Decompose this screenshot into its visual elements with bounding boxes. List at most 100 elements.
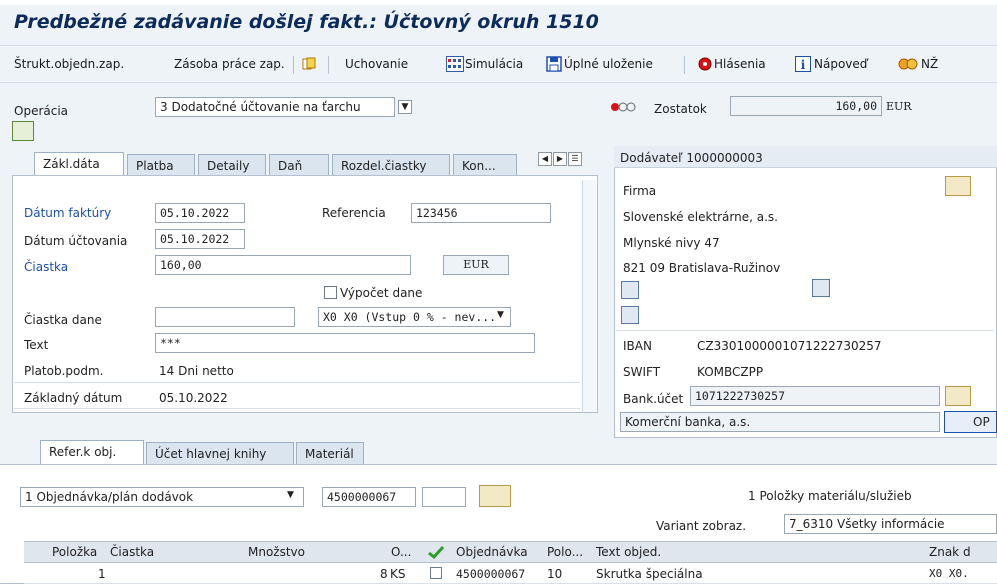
vendor-doc-icon[interactable] — [621, 306, 639, 324]
po-apply-button[interactable] — [479, 485, 511, 507]
row-tax-code: X0 X0. — [929, 567, 969, 580]
tab-payment[interactable]: Platba — [127, 154, 195, 176]
traffic-light-icon — [611, 102, 636, 112]
row-unit: KS — [390, 567, 406, 581]
col-amount[interactable]: Čiastka — [110, 545, 154, 559]
col-unit[interactable]: O... — [391, 545, 411, 559]
vendor-city: 821 09 Bratislava-Ružinov — [623, 261, 781, 275]
text-field[interactable]: *** — [155, 333, 535, 353]
col-item[interactable]: Položka — [52, 545, 97, 559]
row-po-text: Skrutka špeciálna — [596, 567, 703, 581]
po-item-field[interactable] — [422, 487, 466, 507]
worklist-button[interactable]: Zásoba práce zap. — [174, 57, 285, 71]
bank-account-label: Bank.účet — [623, 392, 684, 406]
tax-code-select[interactable]: X0 X0 (Vstup 0 % - nev... — [318, 307, 511, 327]
variant-select[interactable]: 7_6310 Všetky informácie — [784, 514, 997, 534]
tab-scroll-right-icon[interactable]: ▶ — [553, 152, 567, 166]
tab-tax[interactable]: Daň — [269, 154, 329, 176]
doc-type-dropdown-icon[interactable]: ▼ — [287, 490, 294, 500]
save-icon — [546, 56, 562, 72]
tab-basic-data[interactable]: Zákl.dáta — [34, 152, 124, 176]
payment-terms-value: 14 Dni netto — [159, 364, 234, 378]
bank-account-button[interactable] — [945, 386, 971, 406]
messages-button[interactable]: Hlásenia — [714, 57, 766, 71]
posting-date-label: Dátum účtovania — [24, 234, 128, 248]
save-button[interactable]: Úplné uloženie — [564, 57, 653, 71]
messages-icon — [698, 57, 712, 71]
variant-label: Variant zobraz. — [656, 519, 747, 533]
operation-dropdown-icon[interactable]: ▼ — [398, 100, 412, 114]
tab-details[interactable]: Detaily — [198, 154, 266, 176]
reference-label: Referencia — [322, 206, 386, 220]
row-position: 10 — [547, 567, 563, 581]
vendor-header: Dodávateľ 1000000003 — [620, 151, 763, 165]
hold-button[interactable]: Uchovanie — [345, 57, 408, 71]
bank-account-field: 1071222730257 — [690, 386, 940, 406]
row-qty: 8 — [380, 567, 388, 581]
col-po-text[interactable]: Text objed. — [596, 545, 661, 559]
items-type-select[interactable]: 1 Položky materiálu/služieb — [744, 487, 997, 507]
col-position[interactable]: Polo... — [547, 545, 583, 559]
vendor-list-icon[interactable] — [621, 281, 639, 299]
tab-po-reference[interactable]: Refer.k obj. — [40, 440, 144, 464]
posting-date-field[interactable]: 05.10.2022 — [155, 229, 245, 249]
svg-text:i: i — [801, 58, 806, 72]
invoice-date-field[interactable]: 05.10.2022 — [155, 203, 245, 223]
balance-value: 160,00 — [730, 96, 882, 116]
tax-amount-label: Čiastka dane — [24, 313, 102, 327]
approve-column-icon[interactable] — [428, 545, 444, 559]
po-number-field[interactable]: 4500000067 — [322, 487, 416, 507]
nz-button[interactable]: NŽ — [921, 57, 938, 71]
tax-code-dropdown-icon[interactable]: ▼ — [497, 310, 504, 320]
baseline-date-value: 05.10.2022 — [159, 391, 228, 405]
tax-amount-field[interactable] — [155, 307, 295, 327]
calc-tax-label: Výpočet dane — [340, 286, 423, 300]
struct-po-button[interactable]: Štrukt.objedn.zap. — [14, 57, 124, 71]
row-divider — [14, 382, 580, 383]
bank-name-field: Komerční banka, a.s. — [620, 412, 940, 432]
nz-icon — [898, 58, 918, 70]
doc-type-select[interactable]: 1 Objednávka/plán dodávok — [20, 487, 304, 507]
tab-material[interactable]: Materiál — [296, 442, 364, 464]
payment-terms-label: Platob.podm. — [24, 364, 104, 378]
toolbar-separator — [684, 56, 685, 74]
vendor-street: Mlynské nivy 47 — [623, 236, 720, 250]
col-quantity[interactable]: Množstvo — [248, 545, 305, 559]
balance-currency: EUR — [886, 100, 912, 113]
calc-tax-checkbox[interactable] — [324, 286, 337, 299]
tab-list-icon[interactable]: ☰ — [568, 152, 582, 166]
reference-field[interactable]: 123456 — [411, 203, 551, 223]
vendor-open-icon[interactable] — [812, 279, 830, 297]
col-tax-code[interactable]: Znak d — [929, 545, 971, 559]
amount-field[interactable]: 160,00 — [155, 255, 411, 275]
operation-label: Operácia — [14, 104, 69, 118]
operation-select[interactable]: 3 Dodatočné účtovanie na ťarchu — [155, 97, 395, 117]
panel-scrollbar[interactable] — [582, 180, 596, 412]
row-item: 1 — [98, 567, 106, 581]
vendor-edit-icon[interactable] — [945, 176, 971, 196]
toolbar-separator — [328, 56, 329, 74]
simulate-button[interactable]: Simulácia — [465, 57, 523, 71]
op-button[interactable]: OP — [944, 411, 997, 433]
row-checkbox[interactable] — [430, 567, 442, 579]
swift-value: KOMBCZPP — [697, 365, 764, 379]
iban-value: CZ3301000001071222730257 — [697, 339, 882, 353]
toggle-panel-icon[interactable] — [12, 121, 34, 141]
baseline-date-label: Základný dátum — [24, 391, 123, 405]
row-divider — [14, 408, 580, 409]
col-po[interactable]: Objednávka — [456, 545, 528, 559]
help-button[interactable]: Nápoveď — [814, 57, 867, 71]
text-label: Text — [24, 338, 49, 352]
currency-field: EUR — [443, 255, 509, 275]
tab-amount-split[interactable]: Rozdel.čiastky — [332, 154, 450, 176]
tab-gl-account[interactable]: Účet hlavnej knihy — [146, 442, 294, 464]
vendor-name: Slovenské elektrárne, a.s. — [623, 210, 778, 224]
swift-label: SWIFT — [623, 365, 661, 379]
page-title: Predbežné zadávanie došlej fakt.: Účtovn… — [14, 11, 599, 33]
row-po: 4500000067 — [456, 567, 526, 581]
balance-label: Zostatok — [654, 102, 707, 116]
tab-contact[interactable]: Kon... — [453, 154, 517, 176]
amount-label: Čiastka — [24, 260, 69, 274]
tab-scroll-left-icon[interactable]: ◀ — [538, 152, 552, 166]
documents-icon[interactable] — [302, 57, 316, 71]
